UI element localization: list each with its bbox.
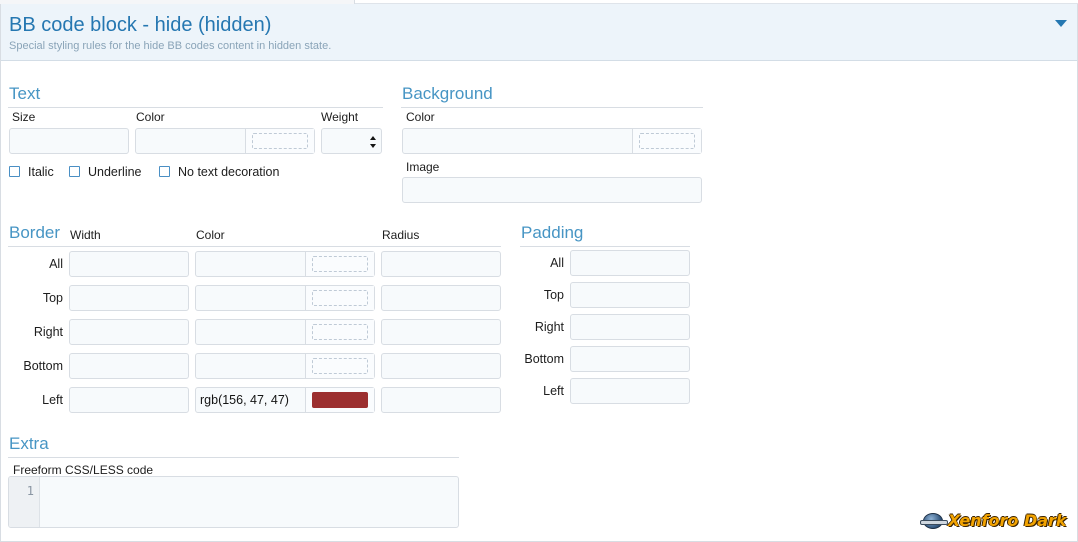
border-bottom-color-swatch xyxy=(312,358,368,374)
border-row-label-left: Left xyxy=(42,393,63,407)
border-bottom-width-input[interactable] xyxy=(69,353,189,379)
border-right-radius-input[interactable] xyxy=(381,319,501,345)
padding-all-input[interactable] xyxy=(570,250,690,276)
padding-row-label-right: Right xyxy=(534,320,564,334)
padding-row-label-bottom: Bottom xyxy=(524,352,564,366)
extra-section-divider xyxy=(8,457,459,458)
text-color-swatch-button[interactable] xyxy=(245,129,314,153)
border-top-width-input[interactable] xyxy=(69,285,189,311)
underline-label[interactable]: Underline xyxy=(88,165,142,179)
border-all-color-swatch-button[interactable] xyxy=(305,252,374,276)
xenforo-dark-watermark: Xenforo Dark xyxy=(920,508,1072,534)
panel-title: BB code block - hide (hidden) xyxy=(9,14,272,36)
text-size-input[interactable] xyxy=(9,128,129,154)
no-text-decoration-checkbox[interactable] xyxy=(159,166,170,177)
padding-row-label-all: All xyxy=(550,256,564,270)
text-size-label: Size xyxy=(12,110,36,124)
border-left-color-swatch-button[interactable] xyxy=(305,388,374,412)
background-section-divider xyxy=(401,107,703,108)
background-section-title: Background xyxy=(402,84,493,103)
text-section-divider xyxy=(8,107,383,108)
text-section-title: Text xyxy=(9,84,41,103)
border-all-radius-input[interactable] xyxy=(381,251,501,277)
border-all-color-input[interactable] xyxy=(195,251,375,277)
italic-label[interactable]: Italic xyxy=(28,165,54,179)
border-left-radius-input[interactable] xyxy=(381,387,501,413)
border-top-color-swatch-button[interactable] xyxy=(305,286,374,310)
text-color-input[interactable] xyxy=(135,128,315,154)
code-line-gutter: 1 xyxy=(9,477,40,527)
freeform-css-editor[interactable]: 1 xyxy=(8,476,459,528)
watermark-text: Xenforo Dark xyxy=(948,511,1067,530)
border-bottom-color-swatch-button[interactable] xyxy=(305,354,374,378)
border-right-color-swatch-button[interactable] xyxy=(305,320,374,344)
background-color-label: Color xyxy=(406,110,435,124)
padding-bottom-input[interactable] xyxy=(570,346,690,372)
border-right-width-input[interactable] xyxy=(69,319,189,345)
border-left-width-input[interactable] xyxy=(69,387,189,413)
freeform-css-label: Freeform CSS/LESS code xyxy=(13,463,154,477)
globe-logo-icon xyxy=(920,513,948,529)
border-row-label-bottom: Bottom xyxy=(23,359,63,373)
italic-checkbox[interactable] xyxy=(9,166,20,177)
border-section-divider xyxy=(8,246,501,247)
border-bottom-radius-input[interactable] xyxy=(381,353,501,379)
padding-section-divider xyxy=(520,246,690,247)
border-left-color-value: rgb(156, 47, 47) xyxy=(200,393,289,407)
border-row-label-top: Top xyxy=(42,291,63,305)
border-left-color-swatch xyxy=(312,392,368,408)
padding-top-input[interactable] xyxy=(570,282,690,308)
border-row-label-right: Right xyxy=(33,325,63,339)
text-color-swatch xyxy=(252,133,308,149)
border-right-color-input[interactable] xyxy=(195,319,375,345)
padding-row-label-top: Top xyxy=(543,288,564,302)
border-right-color-swatch xyxy=(312,324,368,340)
border-width-label: Width xyxy=(70,228,101,242)
no-text-decoration-label[interactable]: No text decoration xyxy=(178,165,279,179)
border-bottom-color-input[interactable] xyxy=(195,353,375,379)
padding-right-input[interactable] xyxy=(570,314,690,340)
collapse-caret-icon[interactable] xyxy=(1055,20,1067,27)
padding-section-title: Padding xyxy=(521,223,584,242)
text-weight-label: Weight xyxy=(321,110,359,124)
border-top-color-swatch xyxy=(312,290,368,306)
underline-checkbox[interactable] xyxy=(69,166,80,177)
border-top-color-input[interactable] xyxy=(195,285,375,311)
border-left-color-input[interactable]: rgb(156, 47, 47) xyxy=(195,387,375,413)
background-color-swatch xyxy=(639,133,695,149)
border-row-label-all: All xyxy=(49,257,63,271)
background-image-label: Image xyxy=(406,160,440,174)
panel-header[interactable]: BB code block - hide (hidden) Special st… xyxy=(1,4,1077,61)
border-all-width-input[interactable] xyxy=(69,251,189,277)
background-image-input[interactable] xyxy=(402,177,702,203)
background-color-input[interactable] xyxy=(402,128,702,154)
border-color-label: Color xyxy=(196,228,225,242)
padding-row-label-left: Left xyxy=(543,384,564,398)
select-arrows-icon xyxy=(370,136,376,148)
border-top-radius-input[interactable] xyxy=(381,285,501,311)
line-number: 1 xyxy=(26,484,34,498)
border-radius-label: Radius xyxy=(382,228,420,242)
padding-left-input[interactable] xyxy=(570,378,690,404)
text-weight-select[interactable] xyxy=(321,128,382,154)
background-color-swatch-button[interactable] xyxy=(632,129,701,153)
panel-description: Special styling rules for the hide BB co… xyxy=(9,40,332,52)
text-color-label: Color xyxy=(136,110,165,124)
border-section-title: Border xyxy=(9,223,61,242)
border-all-color-swatch xyxy=(312,256,368,272)
extra-section-title: Extra xyxy=(9,434,49,453)
